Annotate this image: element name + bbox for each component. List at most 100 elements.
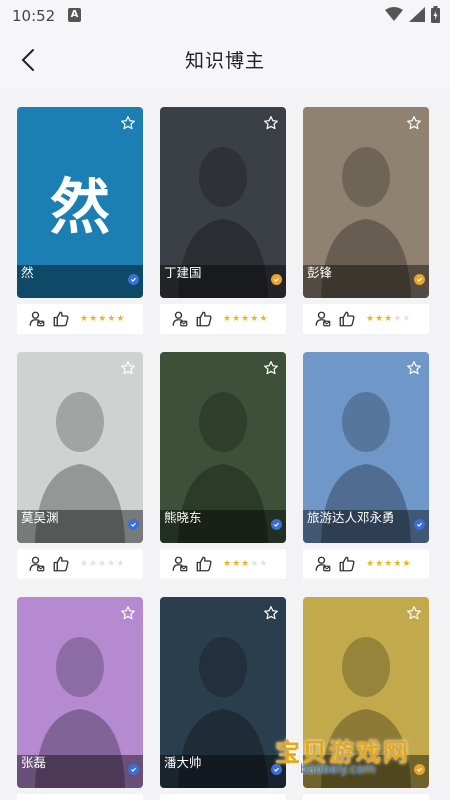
blogger-name: 张磊 [21, 755, 47, 770]
favorite-star-icon[interactable] [120, 115, 136, 131]
rating-star-icon: ★ [223, 314, 232, 324]
blogger-card[interactable]: 熊晓东 ★ ★ ★ ★ ★ [160, 352, 286, 580]
blogger-grid: 然然 ★ ★ ★ ★ ★ 丁建国 ★ ★ ★ ★ ★ 彭锋 ★ ★ ★ ★ ★ 莫吴渊 ★ ★ ★ ★ ★ 熊晓东 ★ ★ ★ ★ ★ 旅游… [0, 88, 450, 800]
rating-star-icon: ★ [89, 314, 98, 324]
avatar-text: 然 [50, 173, 110, 243]
rating-star-icon: ★ [384, 559, 393, 569]
blogger-card[interactable]: 丁建国 ★ ★ ★ ★ ★ [160, 107, 286, 335]
favorite-star-icon[interactable] [406, 115, 422, 131]
message-user-icon[interactable] [314, 310, 332, 328]
blogger-card[interactable]: 莫吴渊 ★ ★ ★ ★ ★ [17, 352, 143, 580]
status-bar: 10:52 A [0, 0, 450, 32]
blogger-photo[interactable]: 丁建国 [160, 107, 286, 298]
rating-star-icon: ★ [402, 314, 411, 324]
rating-star-icon: ★ [98, 314, 107, 324]
favorite-star-icon[interactable] [263, 605, 279, 621]
rating-star-icon: ★ [259, 314, 268, 324]
rating-star-icon: ★ [250, 559, 259, 569]
card-actions: ★★★★★ [17, 304, 143, 334]
rating-star-icon: ★ [250, 314, 259, 324]
blogger-name: 莫吴渊 [21, 510, 59, 525]
blogger-photo[interactable]: 彭锋 [303, 107, 429, 298]
rating-star-icon: ★ [366, 314, 375, 324]
card-actions: ★★★★★ [160, 794, 286, 800]
rating-stars: ★ ★ ★ ★ ★ [80, 314, 124, 324]
rating-star-icon: ★ [384, 314, 393, 324]
notification-a-icon: A [68, 8, 81, 22]
blogger-photo[interactable]: 张磊 [17, 597, 143, 788]
card-actions: ★★★★★ [303, 549, 429, 579]
rating-stars: ★ ★ ★ ★ ★ [223, 314, 267, 324]
favorite-star-icon[interactable] [263, 360, 279, 376]
rating-star-icon: ★ [107, 559, 116, 569]
blogger-name: 彭锋 [307, 265, 333, 280]
rating-star-icon: ★ [116, 559, 125, 569]
message-user-icon[interactable] [171, 310, 189, 328]
blogger-photo[interactable]: 然然 [17, 107, 143, 298]
rating-star-icon: ★ [89, 559, 98, 569]
blogger-card[interactable]: 然然 ★ ★ ★ ★ ★ [17, 107, 143, 335]
name-overlay [17, 265, 143, 298]
blogger-card[interactable]: 彭锋 ★ ★ ★ ★ ★ [303, 107, 429, 335]
thumbs-up-icon[interactable] [52, 310, 70, 328]
message-user-icon[interactable] [28, 555, 46, 573]
blogger-photo[interactable]: 莫吴渊 [17, 352, 143, 543]
rating-stars: ★ ★ ★ ★ ★ [80, 559, 124, 569]
rating-star-icon: ★ [232, 559, 241, 569]
thumbs-up-icon[interactable] [195, 555, 213, 573]
thumbs-up-icon[interactable] [338, 310, 356, 328]
message-user-icon[interactable] [171, 555, 189, 573]
blogger-photo[interactable]: 熊晓东 [160, 352, 286, 543]
thumbs-up-icon[interactable] [52, 555, 70, 573]
status-time: 10:52 [12, 7, 56, 25]
verified-badge-icon [128, 764, 139, 775]
watermark-domain: baobeiy.com [300, 762, 376, 776]
favorite-star-icon[interactable] [406, 605, 422, 621]
card-actions: ★★★★★ [17, 549, 143, 579]
blogger-name: 然 [21, 265, 34, 280]
rating-star-icon: ★ [366, 559, 375, 569]
rating-star-icon: ★ [241, 559, 250, 569]
blogger-name: 旅游达人邓永勇 [307, 510, 395, 525]
favorite-star-icon[interactable] [120, 605, 136, 621]
rating-star-icon: ★ [402, 559, 411, 569]
blogger-card[interactable]: 潘大帅 ★★★★★ [160, 597, 286, 800]
verified-badge-icon [128, 519, 139, 530]
battery-icon [431, 6, 440, 23]
app-header: 知识博主 [0, 32, 450, 88]
message-user-icon[interactable] [314, 555, 332, 573]
favorite-star-icon[interactable] [263, 115, 279, 131]
card-actions: ★★★★★ [160, 549, 286, 579]
wifi-icon [385, 7, 403, 21]
blogger-name: 潘大帅 [164, 755, 202, 770]
rating-stars: ★ ★ ★ ★ ★ [223, 559, 267, 569]
rating-star-icon: ★ [375, 314, 384, 324]
blogger-name: 丁建国 [164, 265, 202, 280]
blogger-card[interactable]: 旅游达人邓永勇 ★ ★ ★ ★ ★ [303, 352, 429, 580]
verified-badge-icon [414, 519, 425, 530]
card-actions: ★★★★★ [17, 794, 143, 800]
rating-star-icon: ★ [98, 559, 107, 569]
rating-star-icon: ★ [223, 559, 232, 569]
blogger-card[interactable]: 张磊 ★★★★★ [17, 597, 143, 800]
verified-badge-icon [414, 764, 425, 775]
thumbs-up-icon[interactable] [338, 555, 356, 573]
thumbs-up-icon[interactable] [195, 310, 213, 328]
message-user-icon[interactable] [28, 310, 46, 328]
rating-star-icon: ★ [107, 314, 116, 324]
verified-badge-icon [271, 519, 282, 530]
card-actions: ★★★★★ [160, 304, 286, 334]
verified-badge-icon [414, 274, 425, 285]
card-actions: ★★★★★ [303, 794, 429, 800]
rating-star-icon: ★ [393, 559, 402, 569]
rating-star-icon: ★ [80, 559, 89, 569]
blogger-photo[interactable]: 潘大帅 [160, 597, 286, 788]
verified-badge-icon [128, 274, 139, 285]
signal-icon [409, 7, 425, 22]
favorite-star-icon[interactable] [406, 360, 422, 376]
rating-star-icon: ★ [116, 314, 125, 324]
blogger-photo[interactable]: 旅游达人邓永勇 [303, 352, 429, 543]
rating-star-icon: ★ [241, 314, 250, 324]
favorite-star-icon[interactable] [120, 360, 136, 376]
blogger-name: 熊晓东 [164, 510, 202, 525]
